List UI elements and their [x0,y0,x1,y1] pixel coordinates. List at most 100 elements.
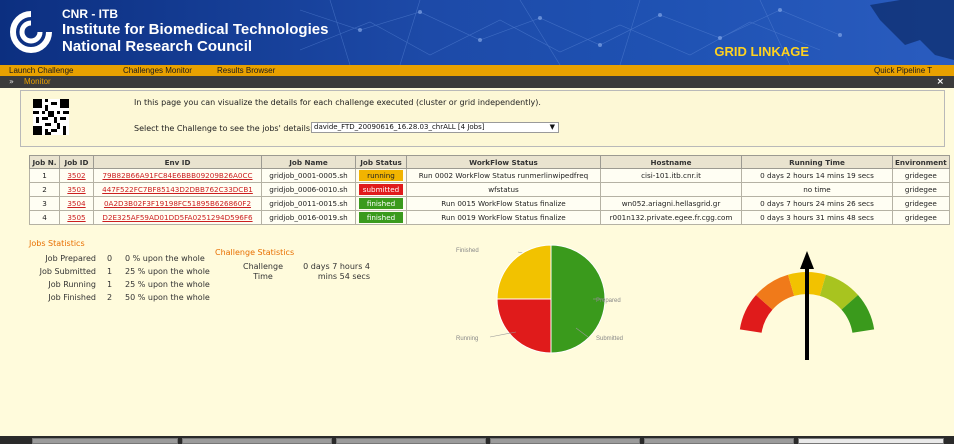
challenge-select-label: Select the Challenge to see the jobs' de… [134,124,313,133]
menu-launch-challenge[interactable]: Launch Challenge [9,65,74,76]
job-id-link[interactable]: 3504 [59,196,94,211]
col-job-status: Job Status [355,155,407,169]
job-name: gridjob_0011-0015.sh [261,196,356,211]
environment: gridegee [892,182,950,197]
stat-percent: 25 % upon the whole [125,267,210,276]
table-row: 1 3502 79B82B66A91FC84E6BBB09209B26A0CC … [29,168,950,183]
stat-count: 2 [107,293,113,302]
cnr-logo [10,11,52,53]
job-id-link[interactable]: 3503 [59,182,94,197]
pie-label-running: Running [456,336,478,342]
challenge-statistics-title: Challenge Statistics [215,248,295,257]
workflow-status: Run 0002 WorkFlow Status runmerlinwipedf… [406,168,601,183]
env-id-link[interactable]: 447F522FC7BF85143D2DBB762C33DCB1 [93,182,262,197]
stat-label: Job Finished [48,293,96,302]
menu-bar: Launch Challenge Challenges Monitor Resu… [0,65,954,76]
col-job-n: Job N. [29,155,60,169]
col-job-id: Job ID [59,155,94,169]
app-title: GRID LINKAGE [714,44,809,59]
org-acronym: CNR - ITB [62,7,118,21]
pie-slice-running [496,244,552,300]
taskbar-tab[interactable] [182,438,332,444]
close-icon[interactable]: × [936,76,944,88]
stat-row: Job Running 1 25 % upon the whole [29,280,213,291]
progress-gauge [739,251,875,360]
workflow-status: Run 0015 WorkFlow Status finalize [406,196,601,211]
pie-label-prepared: Prepared [596,298,621,304]
env-id-link[interactable]: 0A2D3B02F3F19198FC51895B626860F2 [93,196,262,211]
info-description: In this page you can visualize the detai… [134,98,541,107]
stat-percent: 0 % upon the whole [125,254,205,263]
chevron-down-icon: ▼ [549,123,555,131]
jobs-table: Job N. Job ID Env ID Job Name Job Status… [29,155,950,225]
challenge-time-label: Challenge Time [243,262,283,281]
info-panel: In this page you can visualize the detai… [20,90,945,147]
jobs-pie-chart: Finished Submitted Running Prepared [456,244,623,354]
hostname: wn052.ariagni.hellasgrid.gr [600,196,742,211]
col-hostname: Hostname [600,155,742,169]
stat-row: Job Finished 2 50 % upon the whole [29,293,213,304]
org-name: Institute for Biomedical Technologies [62,21,329,38]
taskbar-tab[interactable] [32,438,178,444]
challenge-time-value: 0 days 7 hours 4 mins 54 secs [303,262,370,281]
qr-code-icon [33,99,69,135]
env-id-link[interactable]: 79B82B66A91FC84E6BBB09209B26A0CC [93,168,262,183]
workflow-status: Run 0019 WorkFlow Status finalize [406,210,601,225]
menu-challenges-monitor[interactable]: Challenges Monitor [123,65,192,76]
env-id-link[interactable]: D2E325AF59AD01DD5FA0251294D596F6 [93,210,262,225]
job-n: 1 [29,168,60,183]
taskbar-tab[interactable] [644,438,794,444]
job-status-cell: finished [355,210,407,225]
job-id-link[interactable]: 3505 [59,210,94,225]
job-n: 2 [29,182,60,197]
job-id-link[interactable]: 3502 [59,168,94,183]
gauge-needle-arrowhead [800,251,814,269]
job-name: gridjob_0006-0010.sh [261,182,356,197]
status-badge: finished [359,198,403,209]
job-n: 4 [29,210,60,225]
hostname: cisi-101.itb.cnr.it [600,168,742,183]
status-badge: finished [359,212,403,223]
stat-percent: 25 % upon the whole [125,280,210,289]
stat-percent: 50 % upon the whole [125,293,210,302]
running-time: 0 days 7 hours 24 mins 26 secs [741,196,893,211]
environment: gridegee [892,196,950,211]
challenge-select[interactable]: davide_FTD_20090616_16.28.03_chrALL [4 J… [311,122,559,133]
monitor-panel-bar: » Monitor × [0,76,954,88]
challenge-select-value: davide_FTD_20090616_16.28.03_chrALL [4 J… [314,123,485,131]
page: CNR - ITB Institute for Biomedical Techn… [0,0,954,444]
org-parent: National Research Council [62,38,253,55]
job-status-cell: running [355,168,407,183]
taskbar-tab[interactable] [490,438,640,444]
table-header-row: Job N. Job ID Env ID Job Name Job Status… [29,155,950,169]
stat-row: Job Prepared 0 0 % upon the whole [29,254,213,265]
running-time: no time [741,182,893,197]
stat-count: 1 [107,280,113,289]
table-row: 2 3503 447F522FC7BF85143D2DBB762C33DCB1 … [29,182,950,197]
stat-label: Job Prepared [45,254,96,263]
hostname [600,182,742,197]
header-banner: CNR - ITB Institute for Biomedical Techn… [0,0,954,65]
stat-count: 0 [107,254,113,263]
hostname: r001n132.private.egee.fr.cgg.com [600,210,742,225]
workflow-status: wfstatus [406,182,601,197]
col-running-time: Running Time [741,155,893,169]
running-time: 0 days 3 hours 31 mins 48 secs [741,210,893,225]
monitor-title: Monitor [24,77,51,86]
menu-results-browser[interactable]: Results Browser [217,65,275,76]
stat-count: 1 [107,267,113,276]
col-env-id: Env ID [93,155,262,169]
pie-label-submitted: Submitted [596,336,623,342]
collapse-icon[interactable]: » [9,76,14,88]
stat-label: Job Running [48,280,96,289]
job-n: 3 [29,196,60,211]
stat-label: Job Submitted [39,267,96,276]
pie-label-finished: Finished [456,248,479,254]
environment: gridegee [892,210,950,225]
environment: gridegee [892,168,950,183]
jobs-statistics-title: Jobs Statistics [29,239,85,248]
taskbar-tab[interactable] [336,438,486,444]
menu-quick-pipeline[interactable]: Quick Pipeline T [874,65,932,76]
bottom-taskbar [0,436,954,444]
taskbar-tab[interactable] [798,438,944,444]
